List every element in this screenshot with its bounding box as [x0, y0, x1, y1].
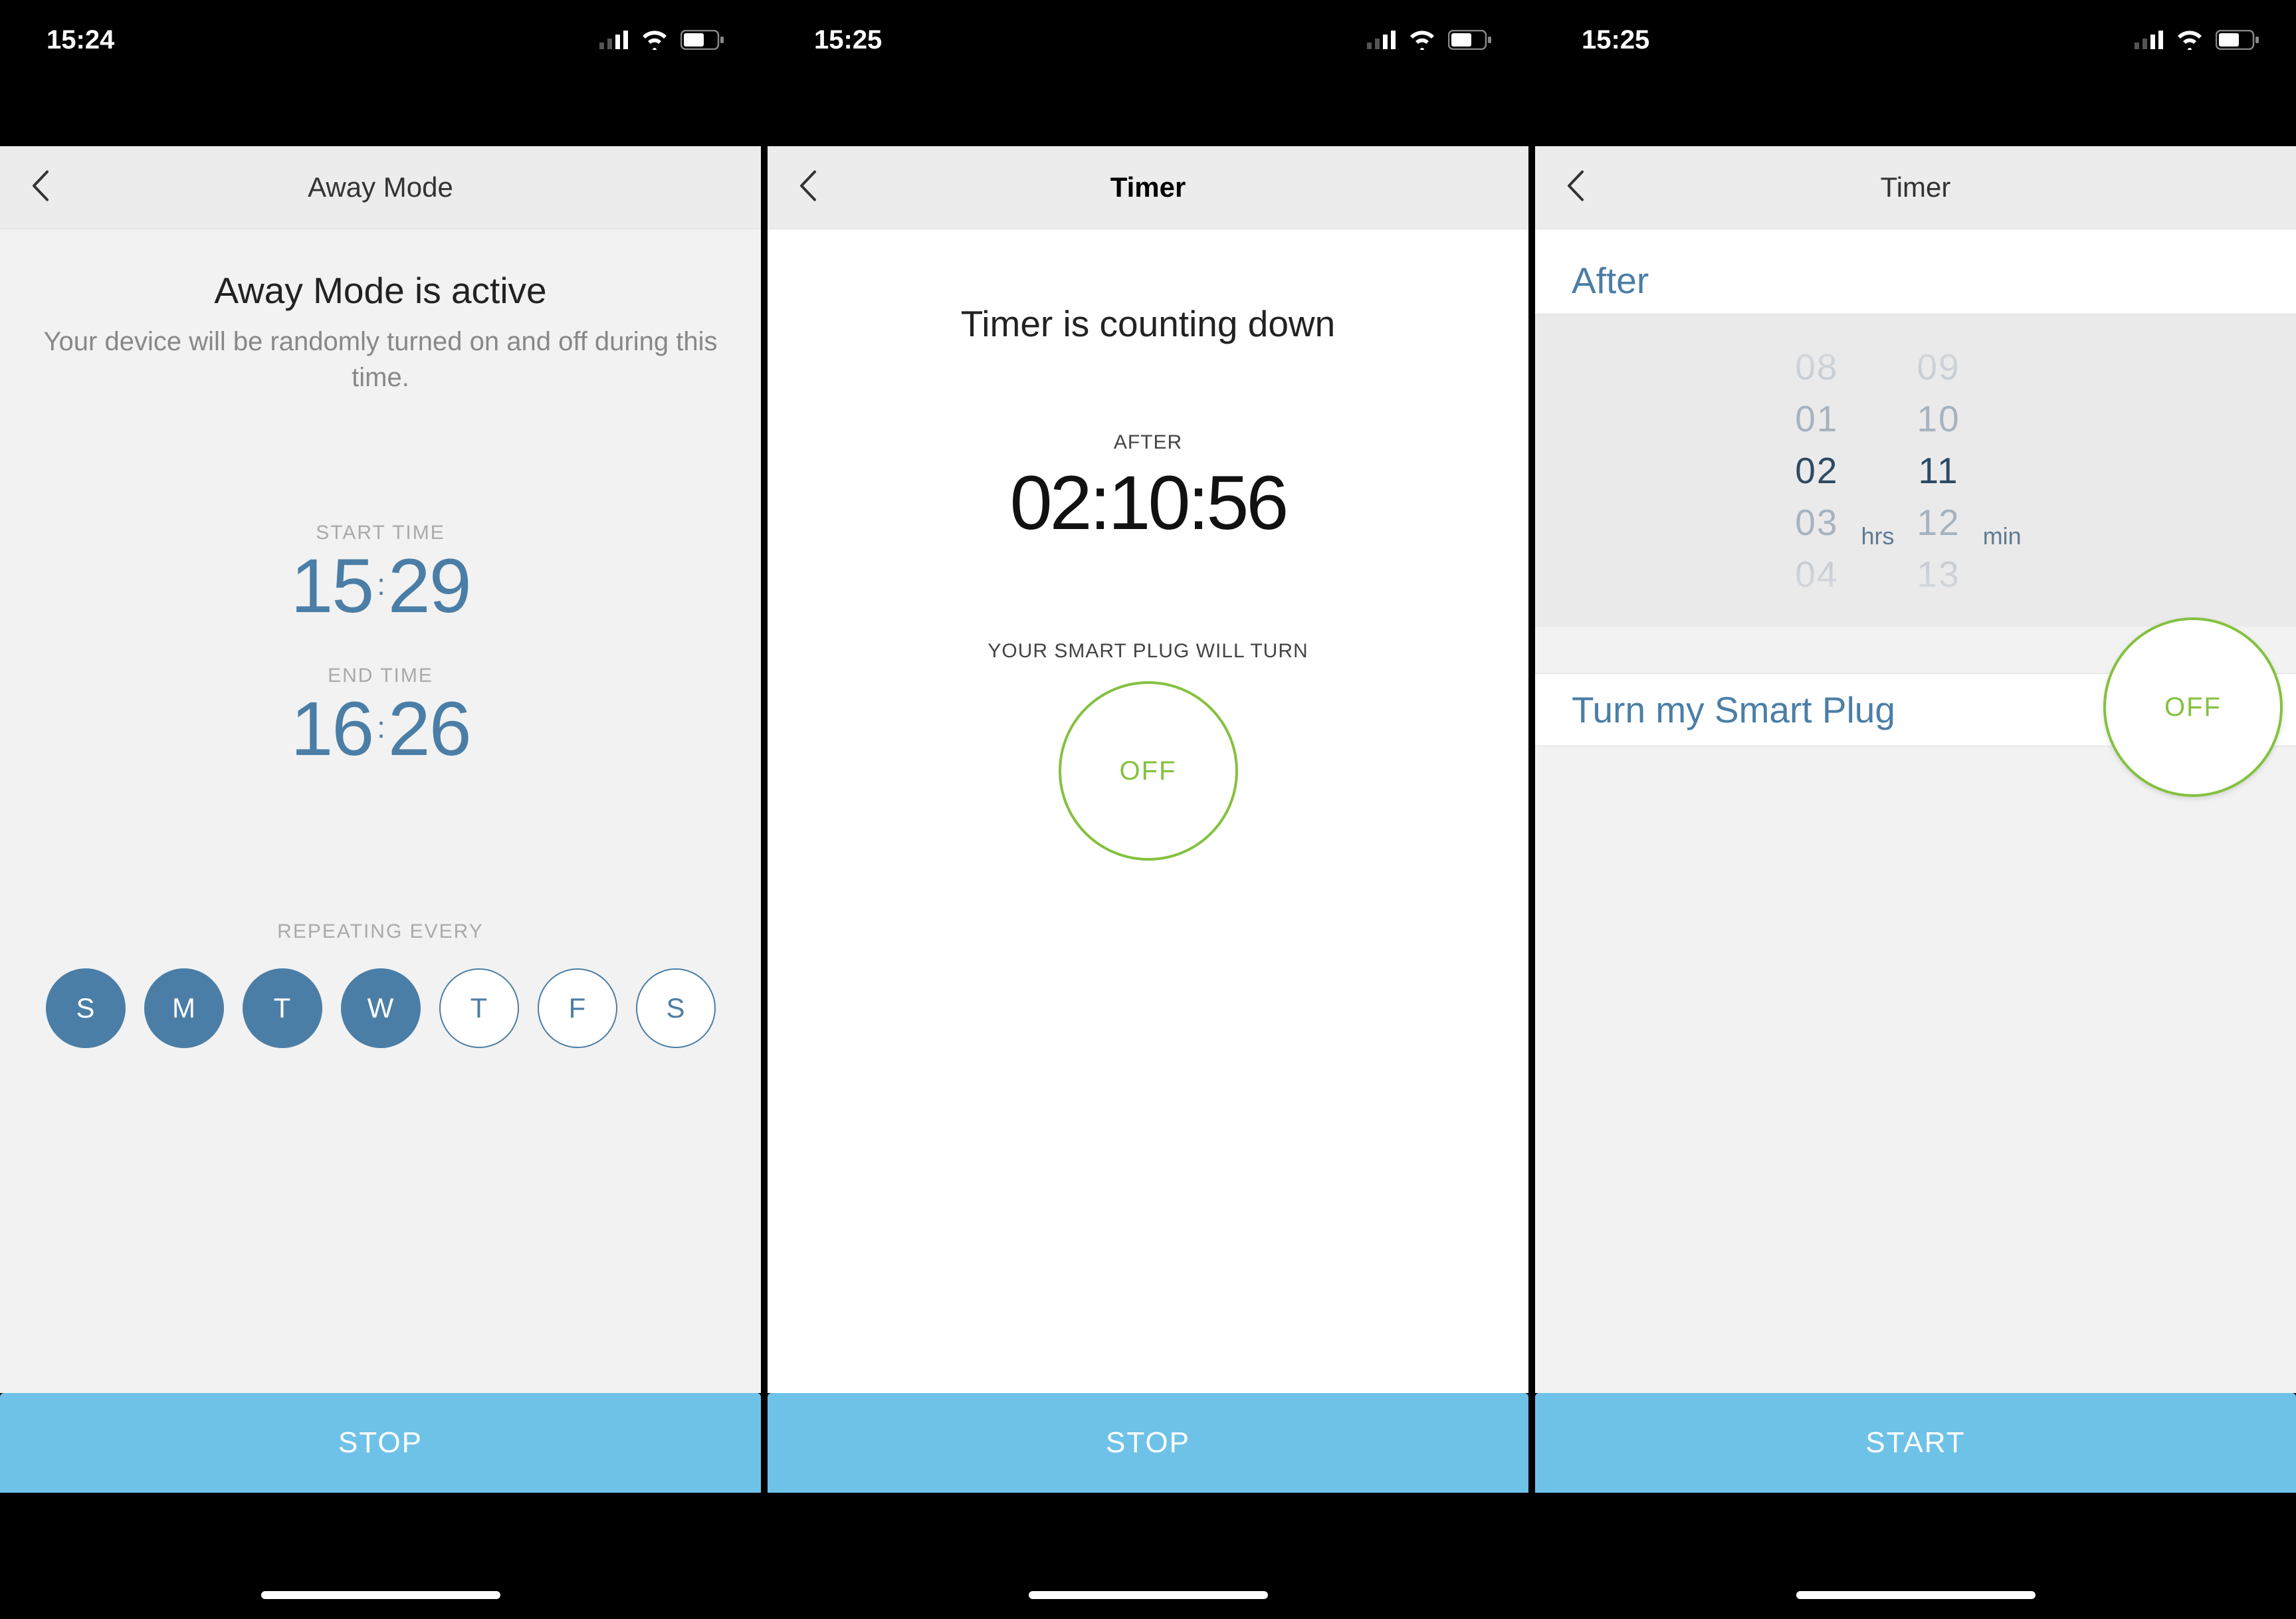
away-heading: Away Mode is active [0, 269, 761, 312]
stop-button[interactable]: STOP [768, 1393, 1528, 1493]
toggle-off-button[interactable]: OFF [2103, 617, 2283, 797]
chevron-left-icon [30, 169, 50, 203]
day-toggle-5[interactable]: F [538, 968, 617, 1048]
start-button[interactable]: START [1535, 1393, 2296, 1493]
status-bar: 15:25 [768, 0, 1528, 80]
wifi-icon [641, 30, 669, 50]
start-time-value[interactable]: 15:29 [0, 548, 761, 625]
will-turn-label: YOUR SMART PLUG WILL TURN [768, 640, 1528, 663]
battery-icon [1448, 30, 1492, 50]
status-icons [2135, 30, 2259, 50]
timer-heading: Timer is counting down [768, 302, 1528, 345]
day-toggle-1[interactable]: M [144, 968, 224, 1048]
timer-setup-content: After 08 01 02 03 04 hrs 09 10 11 12 13 [1535, 229, 2296, 1393]
timer-content: Timer is counting down AFTER 02:10:56 YO… [768, 229, 1528, 1393]
home-indicator[interactable] [1796, 1591, 2035, 1599]
day-toggle-2[interactable]: T [243, 968, 322, 1048]
battery-icon [2216, 30, 2259, 50]
day-toggle-3[interactable]: W [341, 968, 421, 1048]
minutes-unit: min [1964, 522, 2040, 550]
duration-picker[interactable]: 08 01 02 03 04 hrs 09 10 11 12 13 min [1535, 314, 2296, 627]
day-toggle-0[interactable]: S [46, 968, 126, 1048]
nav-title: Timer [1881, 171, 1951, 203]
chevron-left-icon [1565, 169, 1585, 203]
after-label: AFTER [768, 431, 1528, 454]
day-toggle-4[interactable]: T [439, 968, 519, 1048]
home-indicator[interactable] [261, 1591, 500, 1599]
wifi-icon [2176, 30, 2204, 50]
status-bar: 15:24 [0, 0, 761, 80]
status-time: 15:24 [47, 25, 114, 55]
nav-title: Timer [1110, 171, 1186, 203]
phone-timer-setup: 15:25 Timer After 08 01 02 03 04 [1535, 0, 2296, 1619]
cellular-icon [2135, 31, 2164, 49]
back-button[interactable] [1565, 169, 1585, 206]
hours-unit: hrs [1842, 522, 1913, 550]
bottom-area [0, 1493, 761, 1619]
status-bar: 15:25 [1535, 0, 2296, 80]
status-icons [599, 30, 724, 50]
status-icons [1367, 30, 1492, 50]
chevron-left-icon [797, 169, 817, 203]
turn-plug-row: Turn my Smart Plug OFF [1535, 673, 2296, 746]
cellular-icon [1367, 31, 1396, 49]
after-section-header: After [1535, 229, 2296, 314]
repeat-days-row: SMTWTFS [0, 968, 761, 1048]
hours-wheel[interactable]: 08 01 02 03 04 [1791, 341, 1842, 600]
nav-bar: Timer [1535, 146, 2296, 229]
countdown-value: 02:10:56 [768, 459, 1528, 547]
start-time-label: START TIME [0, 522, 761, 544]
back-button[interactable] [797, 169, 817, 206]
bottom-area [1535, 1493, 2296, 1619]
phone-away-mode: 15:24 Away Mode Away Mode is active Your… [0, 0, 761, 1619]
status-time: 15:25 [1582, 25, 1649, 55]
day-toggle-6[interactable]: S [636, 968, 716, 1048]
wifi-icon [1408, 30, 1436, 50]
away-subheading: Your device will be randomly turned on a… [0, 324, 761, 395]
bottom-area [768, 1493, 1528, 1619]
phone-timer-countdown: 15:25 Timer Timer is counting down AFTER… [768, 0, 1528, 1619]
minutes-wheel[interactable]: 09 10 11 12 13 [1913, 341, 1964, 600]
nav-title: Away Mode [308, 171, 453, 203]
end-time-value[interactable]: 16:26 [0, 691, 761, 768]
battery-icon [680, 30, 724, 50]
end-time-label: END TIME [0, 665, 761, 687]
nav-bar: Timer [768, 146, 1528, 229]
nav-bar: Away Mode [0, 146, 761, 229]
turn-plug-label: Turn my Smart Plug [1572, 689, 1895, 731]
toggle-off-button[interactable]: OFF [1059, 681, 1238, 861]
away-content: Away Mode is active Your device will be … [0, 229, 761, 1393]
back-button[interactable] [30, 169, 50, 206]
home-indicator[interactable] [1029, 1591, 1268, 1599]
cellular-icon [599, 31, 629, 49]
repeat-label: REPEATING EVERY [0, 920, 761, 943]
status-time: 15:25 [814, 25, 882, 55]
stop-button[interactable]: STOP [0, 1393, 761, 1493]
